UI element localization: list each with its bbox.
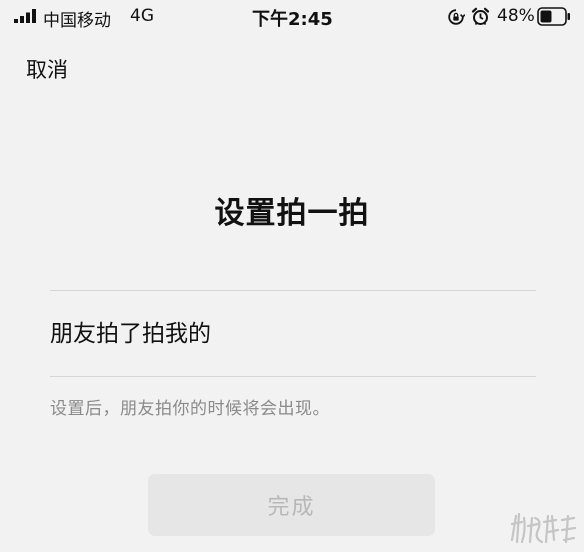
pat-text-input[interactable]: 朋友拍了拍我的: [50, 314, 536, 354]
input-top-divider: [50, 290, 536, 291]
carrier-name: 中国移动: [43, 11, 111, 31]
hint-text: 设置后，朋友拍你的时候将会出现。: [50, 399, 330, 419]
network-type: 4G: [130, 6, 154, 26]
signal-icon: [14, 9, 36, 23]
battery-percentage: 48%: [497, 6, 535, 26]
page-title: 设置拍一拍: [214, 196, 370, 231]
input-bottom-divider: [50, 376, 536, 377]
alarm-icon: [471, 7, 490, 26]
rotation-lock-icon: [448, 9, 465, 25]
watermark-logo: [510, 512, 577, 544]
battery-icon: [537, 7, 570, 26]
done-button[interactable]: 完成: [148, 474, 435, 536]
status-bar: 中国移动 4G 下午2:45 48%: [0, 0, 584, 34]
cancel-button[interactable]: 取消: [26, 54, 68, 84]
status-time: 下午2:45: [252, 9, 333, 30]
